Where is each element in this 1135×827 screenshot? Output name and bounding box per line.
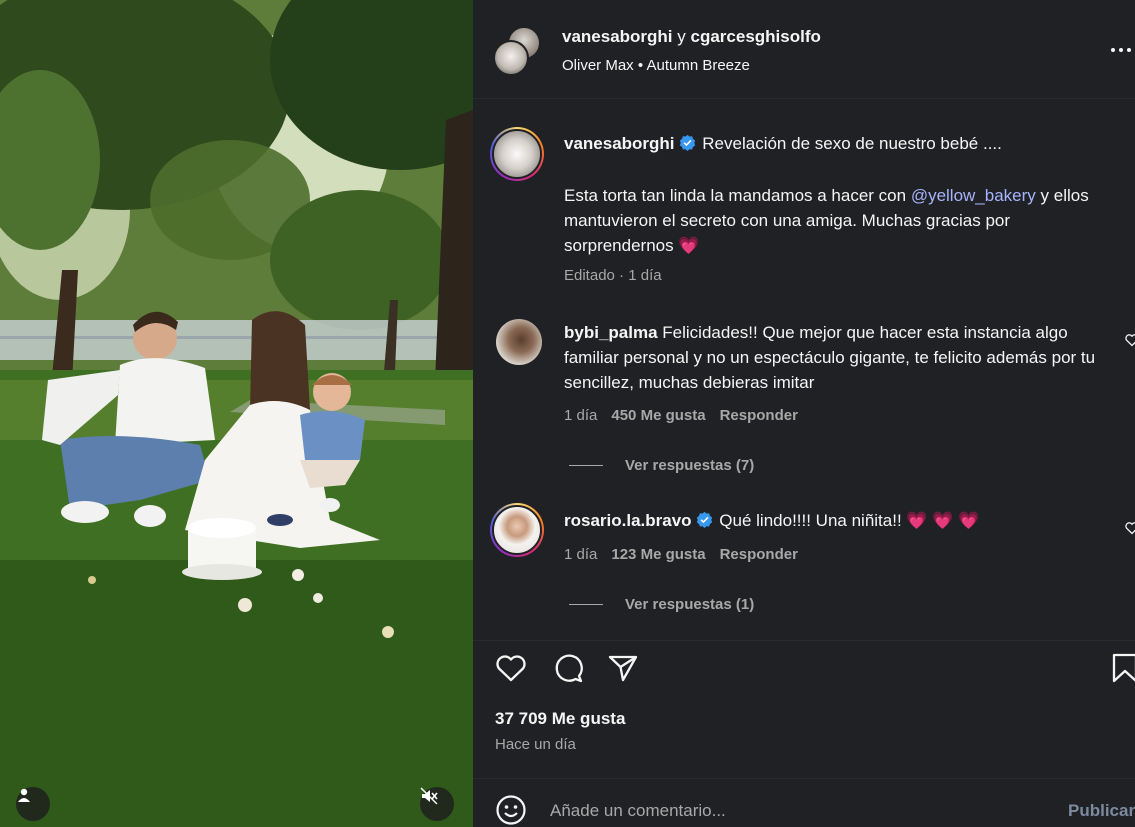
post-like-count[interactable]: 37 709 Me gusta — [495, 709, 625, 729]
comment-like-heart-icon[interactable] — [1125, 333, 1135, 347]
view-replies-button[interactable]: Ver respuestas (7) — [569, 457, 754, 474]
caption-headline: vanesaborghi Revelación de sexo de nuest… — [564, 131, 1119, 156]
post-timestamp[interactable]: Hace un día — [495, 736, 576, 753]
comment-input[interactable] — [550, 799, 1050, 823]
caption-meta: Editado · 1 día — [564, 267, 662, 284]
comment-meta: 1 día 123 Me gusta Responder — [564, 546, 798, 563]
post-side-panel: vanesaborghi y cgarcesghisolfo Oliver Ma… — [473, 0, 1135, 827]
header-divider — [473, 98, 1135, 99]
reply-button[interactable]: Responder — [720, 546, 798, 563]
commenter-avatar[interactable] — [490, 503, 544, 557]
audio-separator: • — [637, 57, 644, 74]
comment-meta: 1 día 450 Me gusta Responder — [564, 407, 798, 424]
collaborator-username[interactable]: cgarcesghisolfo — [691, 27, 821, 46]
audio-artist[interactable]: Oliver Max — [562, 57, 634, 74]
meta-dot: · — [619, 267, 625, 284]
publish-button[interactable]: Publicar — [1068, 801, 1135, 821]
comment-time[interactable]: 1 día — [564, 407, 597, 424]
verified-badge-icon — [679, 134, 696, 151]
audio-info: Oliver Max • Autumn Breeze — [562, 57, 750, 74]
more-options-icon[interactable] — [1111, 38, 1135, 62]
post-header: vanesaborghi y cgarcesghisolfo Oliver Ma… — [473, 0, 1135, 98]
comment-username[interactable]: rosario.la.bravo — [564, 511, 692, 530]
header-usernames: vanesaborghi y cgarcesghisolfo — [562, 27, 821, 47]
edited-label: Editado — [564, 267, 615, 284]
commenter-avatar[interactable] — [496, 319, 542, 365]
comment-like-count[interactable]: 450 Me gusta — [611, 407, 705, 424]
post-media[interactable] — [0, 0, 473, 827]
reply-button[interactable]: Responder — [720, 407, 798, 424]
caption-title: Revelación de sexo de nuestro bebé .... — [702, 134, 1002, 153]
verified-badge-icon — [696, 511, 713, 528]
view-replies-button[interactable]: Ver respuestas (1) — [569, 596, 754, 613]
comment-username[interactable]: bybi_palma — [564, 323, 658, 342]
collab-joiner: y — [677, 27, 686, 46]
comment-icon[interactable] — [551, 651, 585, 685]
caption-author-avatar[interactable] — [490, 127, 544, 181]
caption-time[interactable]: 1 día — [628, 267, 661, 284]
comment-like-count[interactable]: 123 Me gusta — [611, 546, 705, 563]
heart-emoji: 💗 💗 💗 — [906, 511, 980, 530]
comment-text-block: rosario.la.bravo Qué lindo!!!! Una niñit… — [564, 508, 1109, 533]
caption-username[interactable]: vanesaborghi — [564, 134, 675, 153]
caption-text-start: Esta torta tan linda la mandamos a hacer… — [564, 186, 911, 205]
replies-line — [569, 465, 603, 466]
photo-scene — [0, 0, 473, 827]
comment-time[interactable]: 1 día — [564, 546, 597, 563]
comment-like-heart-icon[interactable] — [1125, 521, 1135, 535]
user-tag-icon[interactable] — [16, 787, 50, 821]
caption-body: Esta torta tan linda la mandamos a hacer… — [564, 183, 1124, 258]
audio-track[interactable]: Autumn Breeze — [646, 57, 749, 74]
replies-line — [569, 604, 603, 605]
heart-icon[interactable] — [494, 651, 528, 685]
emoji-icon[interactable] — [495, 794, 527, 826]
comment-text: Qué lindo!!!! Una niñita!! — [719, 511, 902, 530]
mention-link[interactable]: @yellow_bakery — [911, 186, 1036, 205]
action-bar — [473, 640, 1135, 696]
view-replies-label: Ver respuestas (7) — [625, 457, 755, 474]
heart-emoji: 💗 — [678, 236, 700, 255]
comment-composer: Publicar — [473, 778, 1135, 827]
speaker-muted-icon[interactable] — [420, 787, 454, 821]
bookmark-icon[interactable] — [1110, 651, 1135, 685]
author-avatar[interactable] — [493, 40, 529, 76]
view-replies-label: Ver respuestas (1) — [625, 596, 755, 613]
author-username[interactable]: vanesaborghi — [562, 27, 673, 46]
share-icon[interactable] — [606, 651, 640, 685]
comment-text-block: bybi_palma Felicidades!! Que mejor que h… — [564, 320, 1109, 395]
